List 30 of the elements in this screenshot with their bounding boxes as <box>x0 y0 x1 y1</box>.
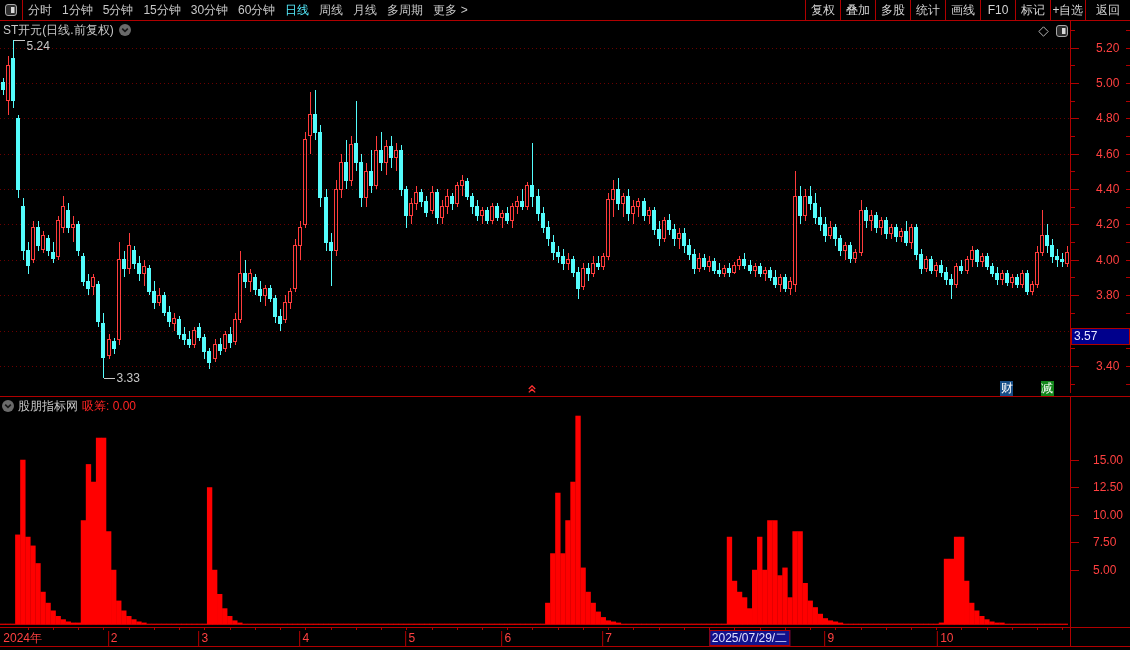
axis-label: 4.40 <box>1096 182 1120 197</box>
axis-label: 5.00 <box>1096 75 1120 90</box>
axis-label: 3.80 <box>1096 288 1120 303</box>
date-label: 3 <box>198 631 211 646</box>
current-price-tag: 3.57 <box>1071 327 1130 345</box>
date-label: 10 <box>937 631 956 646</box>
axis-label: 4.00 <box>1096 252 1120 267</box>
axis-label: 7.50 <box>1093 535 1117 550</box>
cursor-date-label: 2025/07/29/二 <box>708 630 791 646</box>
chart-title: ST开元(日线.前复权) <box>3 23 114 37</box>
axis-label: 3.40 <box>1096 358 1120 373</box>
axis-label: 10.00 <box>1093 507 1124 522</box>
date-label: 9 <box>824 631 837 646</box>
indicator-name: 股朋指标网 <box>18 397 78 415</box>
axis-label: 15.00 <box>1093 452 1124 467</box>
date-label: 5 <box>405 631 418 646</box>
date-label: 7 <box>602 631 614 646</box>
date-label: 6 <box>501 631 514 646</box>
axis-label: 4.80 <box>1096 111 1120 126</box>
indicator-reading: 吸筹: 0.00 <box>82 397 137 415</box>
date-label: 2024年 <box>2 631 44 646</box>
axis-label: 4.60 <box>1096 146 1120 161</box>
event-badge: 减 <box>1040 381 1054 396</box>
event-badge: 财 <box>1000 381 1014 396</box>
date-label: 2 <box>107 631 120 646</box>
axis-label: 12.50 <box>1093 480 1124 495</box>
axis-label: 5.00 <box>1093 562 1117 577</box>
axis-label: 5.20 <box>1096 40 1120 55</box>
axis-label: 4.20 <box>1096 217 1120 232</box>
date-label: 4 <box>299 631 312 646</box>
